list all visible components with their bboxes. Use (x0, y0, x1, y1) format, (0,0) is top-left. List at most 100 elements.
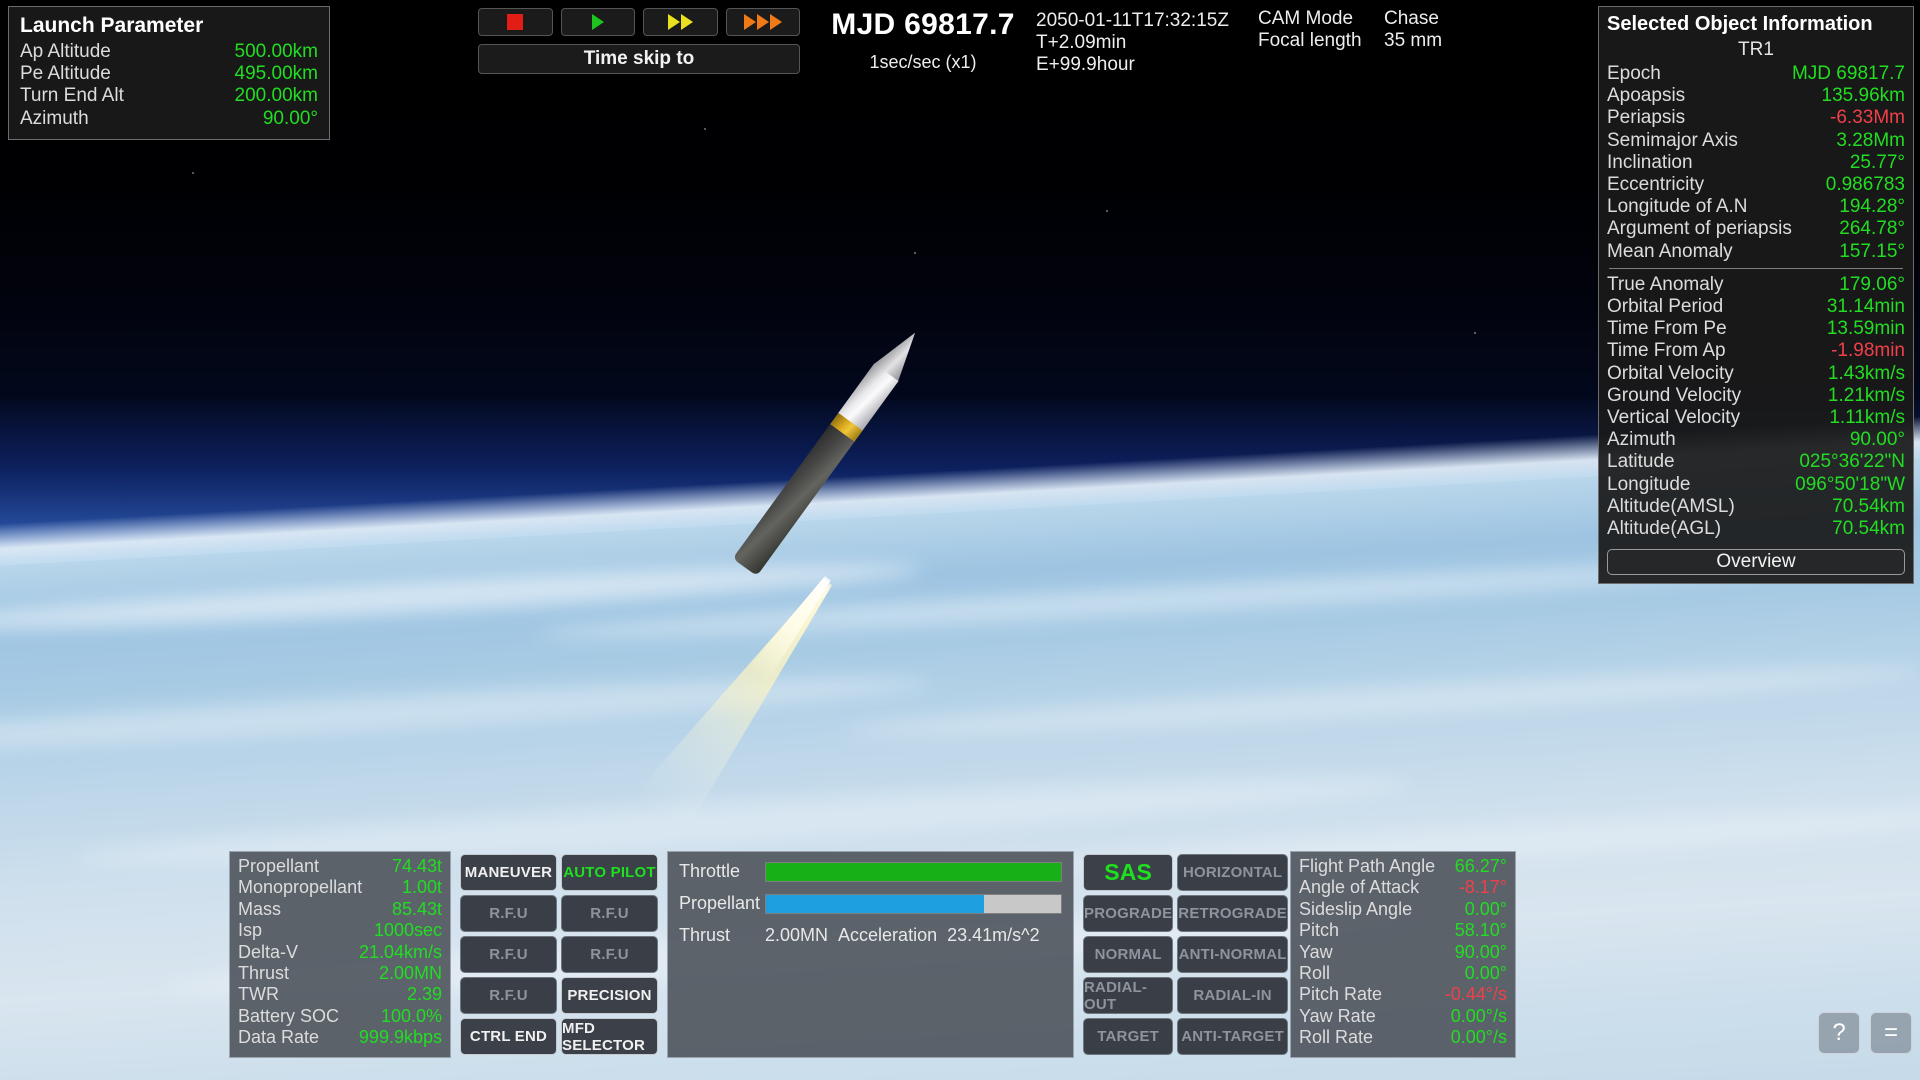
data-row: Thrust 2.00MN (238, 963, 442, 984)
data-row: Yaw Rate 0.00°/s (1299, 1006, 1507, 1027)
row-label: Ap Altitude (20, 41, 111, 62)
data-row: Roll Rate 0.00°/s (1299, 1027, 1507, 1048)
time-fastest-button[interactable] (725, 8, 800, 36)
data-row: Longitude 096°50'18"W (1607, 474, 1905, 496)
control-button-grid[interactable]: MANEUVER AUTO PILOT R.F.U R.F.U R.F.U R.F.U R.… (457, 851, 661, 1058)
row-label: True Anomaly (1607, 273, 1724, 295)
row-label: Altitude(AGL) (1607, 518, 1722, 540)
time-control-group[interactable]: Time skip to (478, 8, 800, 74)
row-label: Argument of periapsis (1607, 218, 1792, 240)
thrust-label: Thrust (679, 925, 731, 945)
row-value: 264.78° (1839, 218, 1905, 240)
row-value: 200.00km (234, 85, 318, 107)
row-value: 25.77° (1849, 151, 1905, 173)
button-normal[interactable]: NORMAL (1083, 936, 1174, 973)
row-label: Altitude(AMSL) (1607, 495, 1735, 517)
row-value: 135.96km (1821, 85, 1905, 107)
button-maneuver[interactable]: MANEUVER (460, 854, 557, 891)
fast-forward-icon (680, 14, 693, 30)
data-row: Mean Anomaly 157.15° (1607, 241, 1905, 263)
row-label: Roll (1299, 963, 1331, 984)
row-label: Time From Pe (1607, 318, 1727, 340)
row-value: 100.0% (380, 1005, 442, 1026)
button-auto-pilot[interactable]: AUTO PILOT (561, 854, 658, 891)
data-row: Time From Pe 13.59min (1607, 318, 1905, 340)
row-label: Pe Altitude (20, 63, 111, 85)
button-retrograde[interactable]: RETROGRADE (1177, 895, 1288, 932)
rocket-vehicle (690, 310, 950, 570)
row-label: Data Rate (238, 1027, 320, 1048)
row-label: Epoch (1607, 63, 1661, 84)
soi-state-vectors: True Anomaly 179.06° Orbital Period 31.14mi… (1607, 274, 1905, 540)
focal-length-row: Focal length 35 mm (1258, 30, 1442, 52)
row-value: 025°36'22"N (1799, 451, 1905, 473)
row-label: Time From Ap (1607, 340, 1726, 362)
button-r-f-u[interactable]: R.F.U (561, 895, 658, 932)
button-sas[interactable]: SAS (1083, 854, 1174, 891)
data-row: Monopropellant 1.00t (238, 877, 442, 898)
button-r-f-u[interactable]: R.F.U (561, 936, 658, 973)
time-skip-to-button[interactable]: Time skip to (478, 44, 800, 74)
button-r-f-u[interactable]: R.F.U (460, 977, 557, 1014)
row-value: 70.54km (1832, 518, 1905, 540)
bottom-hud: Propellant 74.43t Monopropellant 1.00t Mass 8… (229, 851, 1516, 1058)
button-precision[interactable]: PRECISION (561, 977, 658, 1014)
button-r-f-u[interactable]: R.F.U (460, 936, 557, 973)
row-value: 179.06° (1839, 273, 1905, 295)
acceleration-value: 23.41m/s^2 (947, 925, 1040, 945)
button-mfd-selector[interactable]: MFD SELECTOR (561, 1018, 658, 1055)
time-play-button[interactable] (560, 8, 635, 36)
row-value: 1.43km/s (1827, 362, 1905, 384)
corner-button-group[interactable]: ? = (1818, 1012, 1912, 1054)
button-ctrl-end[interactable]: CTRL END (460, 1018, 557, 1055)
data-row: Vertical Velocity 1.11km/s (1607, 407, 1905, 429)
row-value: -6.33Mm (1830, 107, 1905, 129)
row-value: 74.43t (391, 856, 442, 876)
row-label: Yaw Rate (1299, 1005, 1376, 1026)
help-button[interactable]: ? (1818, 1012, 1860, 1054)
time-fast-button[interactable] (643, 8, 718, 36)
row-value: -8.17° (1458, 877, 1507, 898)
sas-button-grid[interactable]: SAS HORIZONTAL PROGRADE RETROGRADE NORMAL ANT… (1080, 851, 1288, 1058)
button-anti-normal[interactable]: ANTI-NORMAL (1177, 936, 1288, 973)
launch-parameter-rows: Ap Altitude 500.00km Pe Altitude 495.00km Tu… (20, 41, 318, 130)
data-row: Pitch Rate -0.44°/s (1299, 984, 1507, 1005)
row-label: Azimuth (20, 107, 89, 129)
mjd-readout: MJD 69817.7 (831, 8, 1015, 41)
button-horizontal[interactable]: HORIZONTAL (1177, 854, 1288, 891)
menu-button[interactable]: = (1870, 1012, 1912, 1054)
data-row: Angle of Attack -8.17° (1299, 877, 1507, 898)
row-value: 0.00°/s (1450, 1005, 1507, 1026)
row-value: 0.00°/s (1450, 1027, 1507, 1048)
row-value: 096°50'18"W (1795, 473, 1905, 495)
row-label: TWR (238, 984, 279, 1005)
button-r-f-u[interactable]: R.F.U (460, 895, 557, 932)
rocket-body (723, 321, 930, 586)
time-stop-button[interactable] (478, 8, 553, 36)
button-anti-target[interactable]: ANTI-TARGET (1177, 1018, 1288, 1055)
propellant-label: Propellant (679, 893, 761, 913)
button-radial-in[interactable]: RADIAL-IN (1177, 977, 1288, 1014)
button-radial-out[interactable]: RADIAL-OUT (1083, 977, 1174, 1014)
data-row: Turn End Alt 200.00km (20, 85, 318, 107)
row-label: Eccentricity (1607, 174, 1705, 196)
row-label: Sideslip Angle (1299, 898, 1413, 919)
epoch-readout-block: 2050-01-11T17:32:15Z T+2.09min E+99.9hou… (1036, 10, 1229, 76)
throttle-bar[interactable] (765, 861, 1062, 882)
button-target[interactable]: TARGET (1083, 1018, 1174, 1055)
row-value: -1.98min (1831, 340, 1905, 362)
propellant-fill (766, 894, 985, 913)
row-label: Longitude (1607, 473, 1691, 495)
triple-forward-icon (743, 14, 756, 30)
launch-parameter-title: Launch Parameter (20, 14, 204, 37)
triple-forward-icon (769, 14, 782, 30)
soi-title: Selected Object Information (1607, 13, 1873, 35)
propellant-gauge-row: Propellant (679, 893, 1062, 914)
data-row: TWR 2.39 (238, 984, 442, 1005)
overview-button[interactable]: Overview (1607, 549, 1905, 576)
row-label: Mass (238, 898, 282, 919)
button-prograde[interactable]: PROGRADE (1083, 895, 1174, 932)
data-row: Argument of periapsis 264.78° (1607, 218, 1905, 240)
data-row: Longitude of A.N 194.28° (1607, 196, 1905, 218)
data-row: Flight Path Angle 66.27° (1299, 856, 1507, 877)
